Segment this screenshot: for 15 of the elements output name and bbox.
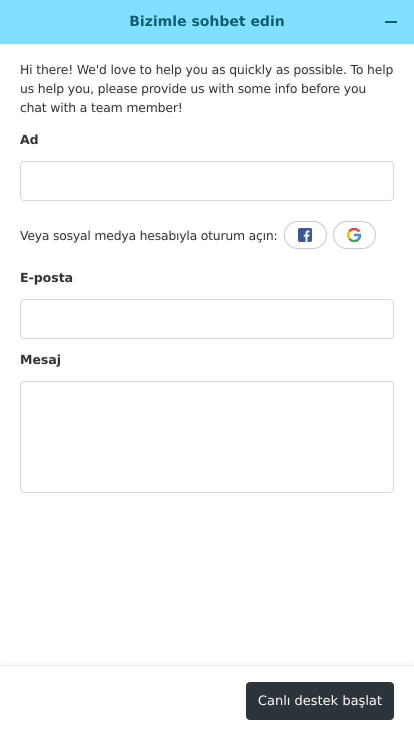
input-field[interactable] bbox=[20, 299, 394, 339]
social-login-text: Veya sosyal medya hesabıyla oturum açın: bbox=[20, 228, 278, 242]
facebook-icon bbox=[298, 228, 312, 242]
chat-title: Bizimle sohbet edin bbox=[129, 14, 285, 30]
intro-text: Hi there! We'd love to help you as quickly as possible. To help us help you, please provide us with some info before you chat with a team member! bbox=[20, 61, 394, 117]
field-label: E-posta bbox=[20, 270, 74, 285]
message-field[interactable] bbox=[20, 381, 394, 493]
google-icon bbox=[347, 228, 361, 242]
field-label: Ad bbox=[20, 132, 39, 147]
facebook-button[interactable] bbox=[284, 221, 326, 249]
minimize-icon bbox=[385, 21, 397, 23]
google-button[interactable] bbox=[332, 221, 376, 249]
field-label: Mesaj bbox=[20, 352, 62, 367]
input-field[interactable] bbox=[20, 161, 394, 201]
start-chat-button[interactable]: Canlı destek başlat bbox=[246, 682, 394, 720]
